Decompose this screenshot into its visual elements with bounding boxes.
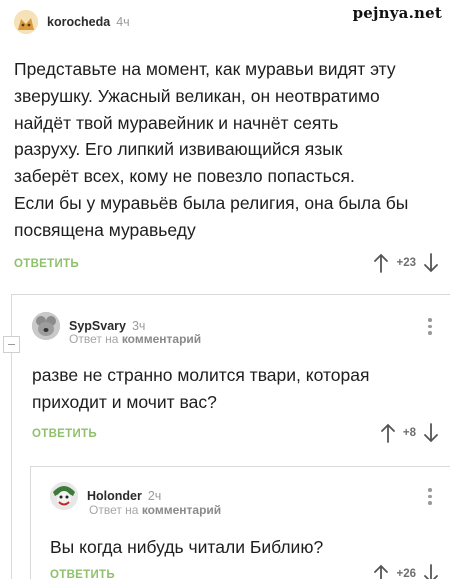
avatar-sypsvary[interactable] xyxy=(32,312,60,340)
thread-line-top xyxy=(11,294,450,295)
comment-time: 2ч xyxy=(147,489,162,503)
comment-rating: +23 xyxy=(374,253,438,273)
reply-to-prefix: Ответ на xyxy=(69,332,119,346)
reply-button[interactable]: ОТВЕТИТЬ xyxy=(32,428,97,440)
avatar-holonder[interactable] xyxy=(50,482,78,510)
author-name[interactable]: SypSvary xyxy=(69,319,126,333)
text-line: найдёт твой муравейник и начнёт сеять xyxy=(14,112,339,133)
reply-to-target[interactable]: комментарий xyxy=(122,332,201,346)
comment-text: Представьте на момент, как муравьи видят… xyxy=(14,56,444,244)
comment-korocheda: korocheda 4ч Представьте на момент, как … xyxy=(0,0,450,290)
collapse-thread-button[interactable] xyxy=(3,336,20,353)
avatar-icon xyxy=(50,482,78,510)
comment-rating: +26 xyxy=(374,564,438,579)
reply-to-link[interactable]: Ответ на комментарий xyxy=(89,503,221,517)
arrow-down-icon[interactable] xyxy=(424,423,438,443)
text-line: Вы когда нибудь читали Библию? xyxy=(50,537,324,557)
arrow-up-icon[interactable] xyxy=(380,423,395,443)
text-line: зверушку. Ужасный великан, он неотвратим… xyxy=(14,85,380,106)
text-line: разруху. Его липкий извивающийся язык xyxy=(14,139,343,160)
comment-holonder: Holonder 2ч Ответ на комментарий Вы когд… xyxy=(36,466,450,579)
author-name[interactable]: korocheda xyxy=(47,15,110,29)
text-line: разве не странно молится твари, которая xyxy=(32,365,370,385)
comment-text: Вы когда нибудь читали Библию? xyxy=(50,534,440,561)
rating-value: +8 xyxy=(402,427,416,439)
avatar-korocheda[interactable] xyxy=(14,10,38,34)
avatar-icon xyxy=(14,10,38,34)
text-line: Если бы у муравьёв была религия, она был… xyxy=(14,192,409,213)
arrow-up-icon[interactable] xyxy=(374,253,389,273)
text-line: заберёт всех, кому не повезло попасться. xyxy=(14,166,355,187)
avatar-icon xyxy=(32,312,60,340)
more-vertical-icon[interactable] xyxy=(428,488,432,505)
rating-value: +23 xyxy=(396,257,416,269)
comment-header: korocheda 4ч xyxy=(14,10,130,34)
comment-rating: +8 xyxy=(380,423,438,443)
reply-to-link[interactable]: Ответ на комментарий xyxy=(69,332,201,346)
arrow-down-icon[interactable] xyxy=(424,564,438,579)
arrow-down-icon[interactable] xyxy=(424,253,438,273)
more-vertical-icon[interactable] xyxy=(428,318,432,335)
rating-value: +26 xyxy=(396,568,416,579)
reply-to-target[interactable]: комментарий xyxy=(142,503,221,517)
reply-to-prefix: Ответ на xyxy=(89,503,139,517)
comment-text: разве не странно молится твари, которая … xyxy=(32,362,442,416)
reply-button[interactable]: ОТВЕТИТЬ xyxy=(14,258,79,270)
text-line: Представьте на момент, как муравьи видят… xyxy=(14,59,396,79)
text-line: посвящена муравьеду xyxy=(14,219,196,240)
author-name[interactable]: Holonder xyxy=(87,489,142,503)
thread-line-level-2 xyxy=(30,466,31,579)
comment-time: 3ч xyxy=(131,319,146,333)
arrow-up-icon[interactable] xyxy=(374,564,389,579)
comment-sypsvary: SypSvary 3ч Ответ на комментарий разве н… xyxy=(22,300,450,460)
reply-button[interactable]: ОТВЕТИТЬ xyxy=(50,569,115,579)
text-line: приходит и мочит вас? xyxy=(32,391,217,412)
comment-time: 4ч xyxy=(116,15,130,29)
